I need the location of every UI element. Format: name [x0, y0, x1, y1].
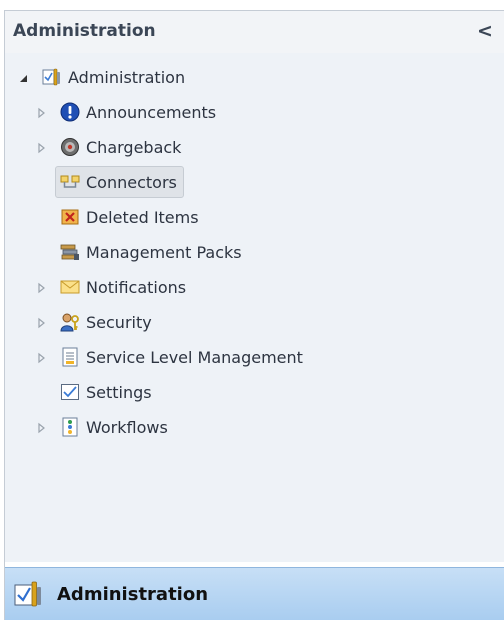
- tree-item-label: Service Level Management: [86, 347, 303, 367]
- collapsed-triangle-icon[interactable]: [35, 350, 47, 364]
- tree-row-connectors: Connectors: [5, 166, 504, 198]
- tree-item-service-level-management[interactable]: Service Level Management: [55, 341, 310, 373]
- tree-row-security: Security: [5, 306, 504, 338]
- tree-item-label: Announcements: [86, 102, 217, 122]
- tree-row-management-packs: Management Packs: [5, 236, 504, 268]
- service-level-icon: [60, 347, 80, 367]
- collapsed-triangle-icon[interactable]: [35, 315, 47, 329]
- administration-icon: [42, 67, 62, 87]
- workflows-icon: [60, 417, 80, 437]
- settings-icon: [60, 382, 80, 402]
- navigation-tree: Administration Announcements Chargeback …: [5, 53, 504, 562]
- tree-item-label: Connectors: [86, 172, 177, 192]
- tree-item-connectors[interactable]: Connectors: [55, 166, 184, 198]
- tree-item-deleted-items[interactable]: Deleted Items: [55, 201, 206, 233]
- collapse-pane-button[interactable]: <: [474, 19, 496, 43]
- tree-row-chargeback: Chargeback: [5, 131, 504, 163]
- tree-item-label: Notifications: [86, 277, 187, 297]
- tree-item-management-packs[interactable]: Management Packs: [55, 236, 249, 268]
- tree-item-workflows[interactable]: Workflows: [55, 411, 175, 443]
- collapsed-triangle-icon[interactable]: [35, 420, 47, 434]
- tree-item-label: Management Packs: [86, 242, 242, 262]
- tree-row-settings: Settings: [5, 376, 504, 408]
- pane-header: Administration <: [5, 11, 504, 54]
- tree-item-announcements[interactable]: Announcements: [55, 96, 223, 128]
- tree-item-label: Chargeback: [86, 137, 182, 157]
- tree-item-label: Administration: [68, 67, 186, 87]
- tree-item-notifications[interactable]: Notifications: [55, 271, 193, 303]
- security-icon: [60, 312, 80, 332]
- tree-row-administration: Administration: [5, 61, 504, 93]
- tree-item-label: Deleted Items: [86, 207, 199, 227]
- collapsed-triangle-icon[interactable]: [35, 280, 47, 294]
- tree-row-deleted-items: Deleted Items: [5, 201, 504, 233]
- tree-item-administration[interactable]: Administration: [37, 61, 192, 93]
- tree-item-chargeback[interactable]: Chargeback: [55, 131, 188, 163]
- tree-item-label: Security: [86, 312, 152, 332]
- workspace-button-label: Administration: [57, 583, 209, 605]
- tree-item-security[interactable]: Security: [55, 306, 159, 338]
- notifications-icon: [60, 277, 80, 297]
- collapsed-triangle-icon[interactable]: [35, 105, 47, 119]
- deleted-items-icon: [60, 207, 80, 227]
- workspace-button-administration[interactable]: Administration: [5, 567, 504, 620]
- tree-item-settings[interactable]: Settings: [55, 376, 159, 408]
- expanded-triangle-icon[interactable]: [17, 70, 29, 84]
- administration-icon: [13, 579, 43, 609]
- navigation-pane: Administration < Administration Announce…: [4, 10, 504, 620]
- collapsed-triangle-icon[interactable]: [35, 140, 47, 154]
- tree-row-workflows: Workflows: [5, 411, 504, 443]
- tree-row-announcements: Announcements: [5, 96, 504, 128]
- pane-title: Administration: [13, 21, 156, 41]
- announcement-icon: [60, 102, 80, 122]
- tree-row-notifications: Notifications: [5, 271, 504, 303]
- connectors-icon: [60, 172, 80, 192]
- chargeback-icon: [60, 137, 80, 157]
- tree-row-service-level-management: Service Level Management: [5, 341, 504, 373]
- management-packs-icon: [60, 242, 80, 262]
- tree-item-label: Workflows: [86, 417, 168, 437]
- tree-item-label: Settings: [86, 382, 152, 402]
